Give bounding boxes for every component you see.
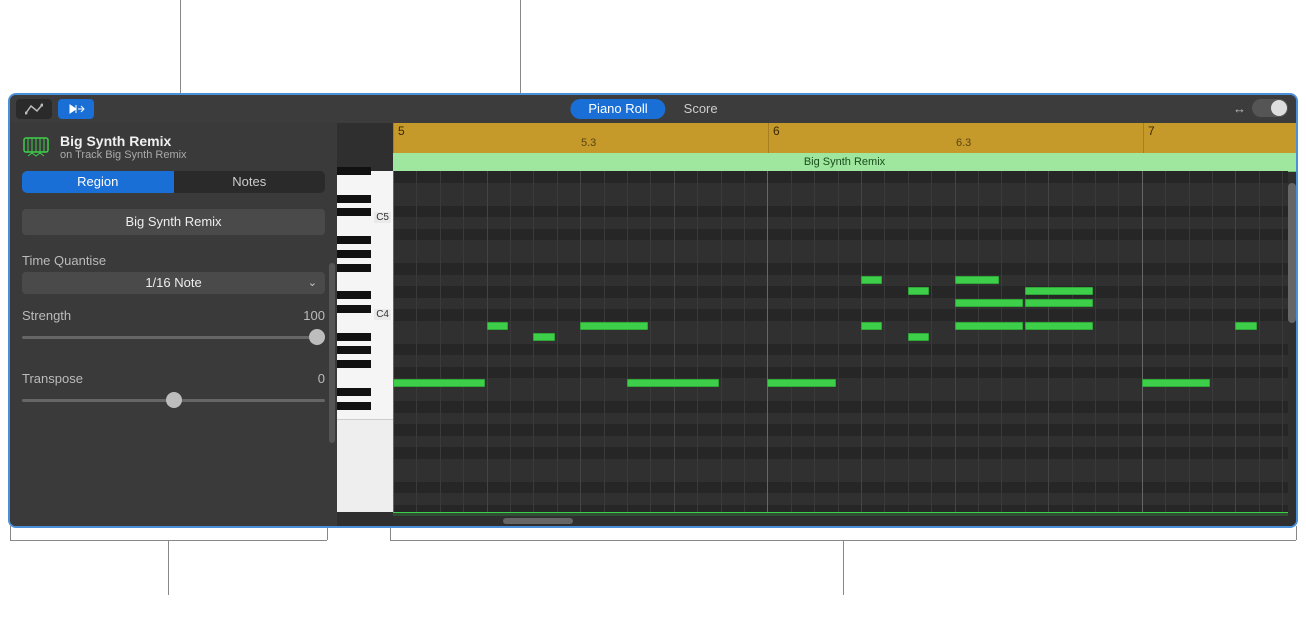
midi-note[interactable] xyxy=(1025,322,1093,330)
midi-note[interactable] xyxy=(1142,379,1210,387)
tab-piano-roll[interactable]: Piano Roll xyxy=(570,99,665,119)
midi-note[interactable] xyxy=(861,322,882,330)
midi-note[interactable] xyxy=(908,333,929,341)
inspector-tabs: Region Notes xyxy=(22,171,325,193)
region-subtitle: on Track Big Synth Remix xyxy=(60,149,187,161)
link-switch[interactable] xyxy=(1252,99,1288,117)
tab-score[interactable]: Score xyxy=(666,99,736,119)
vertical-scrollbar[interactable] xyxy=(1288,183,1296,323)
editor-toolbar: Piano Roll Score ↔ xyxy=(10,95,1296,123)
ruler-beat-marker: 6.3 xyxy=(956,137,971,149)
region-name-field[interactable]: Big Synth Remix xyxy=(22,209,325,235)
transpose-slider[interactable] xyxy=(22,390,325,410)
inspector-scrollbar[interactable] xyxy=(329,263,335,443)
horizontal-scrollbar[interactable] xyxy=(503,518,573,524)
ruler-bar-marker: 7 xyxy=(1143,123,1155,153)
note-grid[interactable] xyxy=(393,171,1288,512)
ruler-bar-marker: 6 xyxy=(768,123,780,153)
strength-value: 100 xyxy=(303,308,325,323)
automation-button[interactable] xyxy=(16,99,52,119)
midi-note[interactable] xyxy=(908,287,929,295)
midi-note[interactable] xyxy=(955,276,1000,284)
strength-slider[interactable] xyxy=(22,327,325,347)
ruler-bar-marker: 5 xyxy=(393,123,405,153)
inspector-tab-notes[interactable]: Notes xyxy=(174,171,326,193)
automation-icon xyxy=(25,103,43,115)
piano-roll-editor-window: Piano Roll Score ↔ Big Synth Remix on Tr… xyxy=(10,95,1296,526)
time-ruler[interactable]: 5 6 7 5.3 6.3 xyxy=(393,123,1296,154)
midi-note[interactable] xyxy=(955,299,1023,307)
key-label: C4 xyxy=(374,309,391,320)
midi-note[interactable] xyxy=(767,379,835,387)
transpose-value: 0 xyxy=(318,371,325,386)
piano-roll-area: 5 6 7 5.3 6.3 Big Synth Remix C5 C4 xyxy=(337,123,1296,526)
key-label: C5 xyxy=(374,212,391,223)
time-quantise-select[interactable]: 1/16 Note xyxy=(22,272,325,294)
region-bar[interactable]: Big Synth Remix xyxy=(393,153,1296,172)
midi-note[interactable] xyxy=(393,379,485,387)
midi-note[interactable] xyxy=(1235,322,1256,330)
midi-note[interactable] xyxy=(1025,299,1093,307)
midi-note[interactable] xyxy=(487,322,508,330)
link-icon: ↔ xyxy=(1233,101,1246,116)
link-toggle[interactable]: ↔ xyxy=(1233,99,1288,117)
region-title: Big Synth Remix xyxy=(60,133,187,149)
midi-note[interactable] xyxy=(1025,287,1093,295)
inspector-tab-region[interactable]: Region xyxy=(22,171,174,193)
time-quantise-label: Time Quantise xyxy=(22,253,106,268)
ruler-beat-marker: 5.3 xyxy=(581,137,596,149)
piano-keyboard[interactable]: C5 C4 xyxy=(337,171,393,512)
view-tabs: Piano Roll Score xyxy=(570,99,735,119)
grid-footer xyxy=(393,512,1288,526)
transpose-label: Transpose xyxy=(22,371,83,386)
midi-note[interactable] xyxy=(627,379,719,387)
strength-label: Strength xyxy=(22,308,71,323)
midi-note[interactable] xyxy=(955,322,1023,330)
inspector-panel: Big Synth Remix on Track Big Synth Remix… xyxy=(10,123,337,526)
midi-note[interactable] xyxy=(861,276,882,284)
midi-note[interactable] xyxy=(580,322,648,330)
midi-region-icon xyxy=(22,136,50,158)
catch-playhead-button[interactable] xyxy=(58,99,94,119)
region-header: Big Synth Remix on Track Big Synth Remix xyxy=(10,123,337,167)
midi-note[interactable] xyxy=(533,333,554,341)
catch-icon xyxy=(67,103,85,115)
